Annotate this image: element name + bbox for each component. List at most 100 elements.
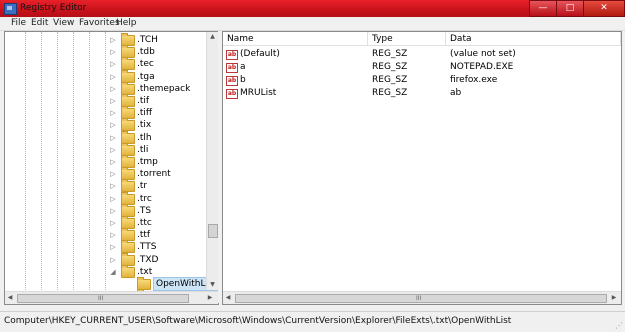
string-value-icon: ab <box>226 50 238 60</box>
tree-item-label: .trc <box>137 193 152 204</box>
column-header-data[interactable]: Data <box>446 32 621 46</box>
value-name: MRUList <box>240 88 277 98</box>
tree-item[interactable]: ▷ .TTS <box>5 240 210 254</box>
collapsed-arrow-icon[interactable]: ▷ <box>109 156 117 168</box>
value-row[interactable]: ab MRUList REG_SZ ab <box>223 87 621 100</box>
value-name: (Default) <box>240 49 280 59</box>
string-value-icon: ab <box>226 63 238 73</box>
registry-editor-icon <box>4 3 17 15</box>
tree-item-label: .tec <box>137 59 154 70</box>
tree-item[interactable]: ▷ .TXD <box>5 252 210 266</box>
collapsed-arrow-icon[interactable]: ▷ <box>109 95 117 107</box>
tree-item[interactable]: ▷ .tli <box>5 142 210 156</box>
expanded-arrow-icon[interactable]: ◢ <box>109 266 117 278</box>
tree-item[interactable]: ▷ .ttf <box>5 228 210 242</box>
tree-item-label: .ttc <box>137 218 152 228</box>
value-row[interactable]: ab b REG_SZ firefox.exe <box>223 74 621 87</box>
value-data: firefox.exe <box>450 75 498 85</box>
maximize-button[interactable]: □ <box>556 0 584 17</box>
collapsed-arrow-icon[interactable]: ▷ <box>109 217 117 229</box>
string-value-icon: ab <box>226 89 238 99</box>
tree-item-label: .txt <box>137 266 153 277</box>
collapsed-arrow-icon[interactable]: ▷ <box>109 205 117 217</box>
tree-item[interactable]: ▷ .tdb <box>5 45 210 59</box>
collapsed-arrow-icon[interactable]: ▷ <box>109 132 117 144</box>
value-type: REG_SZ <box>372 75 408 85</box>
values-hscroll-thumb[interactable]: III <box>235 294 607 303</box>
tree-item[interactable]: ▷ .TS <box>5 203 210 217</box>
collapsed-arrow-icon[interactable]: ▷ <box>109 193 117 205</box>
collapsed-arrow-icon[interactable]: ▷ <box>109 119 117 131</box>
collapsed-arrow-icon[interactable]: ▷ <box>109 58 117 70</box>
menu-favorites[interactable]: Favorites <box>79 18 120 28</box>
title-bar[interactable]: Registry Editor — □ ✕ <box>0 0 625 17</box>
thumb-grip: III <box>416 295 422 302</box>
scroll-left-arrow-icon[interactable]: ◀ <box>223 292 233 304</box>
value-type: REG_SZ <box>372 62 408 72</box>
menu-bar: File Edit View Favorites Help <box>0 17 625 31</box>
column-header-name[interactable]: Name <box>223 32 368 46</box>
scroll-right-arrow-icon[interactable]: ▶ <box>205 292 215 304</box>
tree-item-label: .tr <box>137 181 148 192</box>
value-row[interactable]: ab (Default) REG_SZ (value not set) <box>223 48 621 61</box>
string-value-icon: ab <box>226 76 238 86</box>
tree-item[interactable]: ▷ .trc <box>5 191 210 205</box>
column-header-type[interactable]: Type <box>368 32 446 46</box>
tree-item[interactable]: OpenWithList <box>5 277 218 291</box>
scroll-right-arrow-icon[interactable]: ▶ <box>609 292 619 304</box>
value-data: (value not set) <box>450 49 516 59</box>
tree-item[interactable]: ◢ .txt <box>5 264 210 278</box>
tree-item[interactable]: ▷ .themepack <box>5 81 210 95</box>
tree-item[interactable]: ▷ .tif <box>5 94 210 107</box>
collapsed-arrow-icon[interactable]: ▷ <box>109 144 117 156</box>
window-title: Registry Editor <box>20 3 87 13</box>
tree-item[interactable]: ▷ .tmp <box>5 155 210 168</box>
tree-hscroll-thumb[interactable]: III <box>17 294 189 303</box>
tree-item[interactable]: ▷ .tr <box>5 179 210 193</box>
collapsed-arrow-icon[interactable]: ▷ <box>109 241 117 253</box>
tree-item[interactable]: ▷ .torrent <box>5 167 210 181</box>
tree-item[interactable]: ▷ .TCH <box>5 33 210 46</box>
tree-item-label: .tli <box>137 144 149 155</box>
minimize-button[interactable]: — <box>529 0 557 17</box>
collapsed-arrow-icon[interactable]: ▷ <box>109 46 117 58</box>
tree-item-label: .TCH <box>137 35 158 45</box>
tree-vertical-scrollbar[interactable]: ▲ ▼ <box>206 32 218 290</box>
collapsed-arrow-icon[interactable]: ▷ <box>109 180 117 192</box>
tree-item[interactable]: ▷ .tlh <box>5 130 210 144</box>
value-data: NOTEPAD.EXE <box>450 62 514 72</box>
value-type: REG_SZ <box>372 49 408 59</box>
scroll-down-arrow-icon[interactable]: ▼ <box>207 280 218 290</box>
tree-item[interactable]: ▷ .tga <box>5 69 210 83</box>
registry-tree[interactable]: ▷ .TCH ▷ .tdb ▷ .tec ▷ .tga ▷ .themepack ▷ .tif ▷ .ti… <box>4 31 219 305</box>
tree-item[interactable]: ▷ .tec <box>5 57 210 71</box>
scroll-left-arrow-icon[interactable]: ◀ <box>5 292 15 304</box>
tree-item[interactable]: ▷ .tiff <box>5 106 210 120</box>
tree-item-label: .tiff <box>137 108 153 119</box>
collapsed-arrow-icon[interactable]: ▷ <box>109 229 117 241</box>
values-list[interactable]: Name Type Data ab (Default) REG_SZ (value n… <box>222 31 622 305</box>
status-bar: Computer\HKEY_CURRENT_USER\Software\Micr… <box>0 311 625 332</box>
tree-horizontal-scrollbar[interactable]: ◀ III ▶ <box>5 291 218 304</box>
collapsed-arrow-icon[interactable]: ▷ <box>109 83 117 95</box>
menu-view[interactable]: View <box>53 18 74 28</box>
scroll-up-arrow-icon[interactable]: ▲ <box>207 32 218 42</box>
close-button[interactable]: ✕ <box>583 0 625 17</box>
collapsed-arrow-icon[interactable]: ▷ <box>109 107 117 119</box>
tree-item[interactable]: ▷ .tix <box>5 118 210 132</box>
tree-item-label: .TXD <box>137 254 159 265</box>
tree-scroll-thumb[interactable] <box>208 224 218 238</box>
tree-item[interactable]: ▷ .ttc <box>5 216 210 229</box>
collapsed-arrow-icon[interactable]: ▷ <box>109 71 117 83</box>
values-horizontal-scrollbar[interactable]: ◀ III ▶ <box>223 291 621 304</box>
menu-help[interactable]: Help <box>116 18 137 28</box>
resize-grip-icon[interactable]: ⋰ <box>615 321 623 330</box>
collapsed-arrow-icon[interactable]: ▷ <box>109 34 117 46</box>
collapsed-arrow-icon[interactable]: ▷ <box>109 254 117 266</box>
value-row[interactable]: ab a REG_SZ NOTEPAD.EXE <box>223 61 621 74</box>
menu-file[interactable]: File <box>11 18 26 28</box>
collapsed-arrow-icon[interactable]: ▷ <box>109 168 117 180</box>
tree-item-label: .ttf <box>137 230 151 241</box>
folder-icon <box>121 264 135 278</box>
menu-edit[interactable]: Edit <box>31 18 48 28</box>
